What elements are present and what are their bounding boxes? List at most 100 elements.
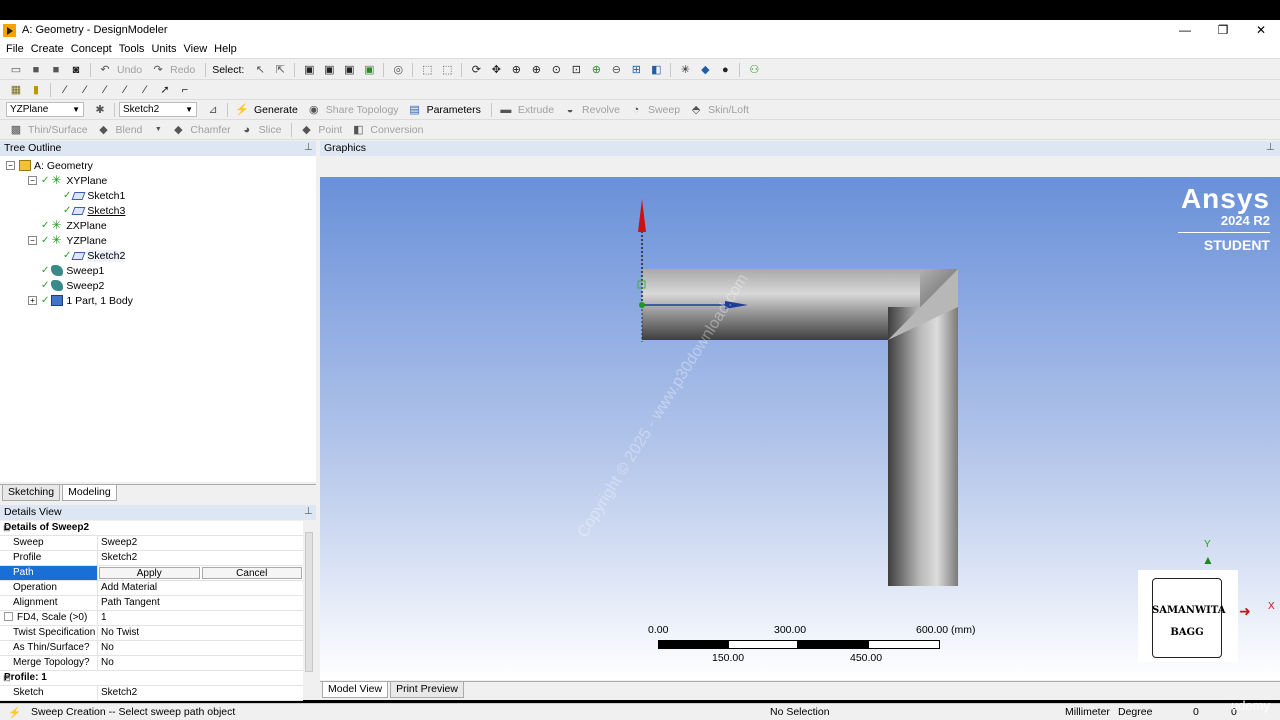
skin-loft-button[interactable]: Skin/Loft [708, 104, 749, 116]
views-icon[interactable]: ◧ [648, 63, 664, 77]
details-row-path[interactable]: Path Apply Cancel [0, 566, 303, 581]
menu-create[interactable]: Create [31, 43, 64, 55]
generate-button[interactable]: Generate [254, 104, 298, 116]
box-zoom-icon[interactable]: ⊙ [548, 63, 564, 77]
details-row[interactable]: As Thin/Surface? No [0, 641, 303, 656]
tree-node[interactable]: + ✓ 1 Part, 1 Body [28, 293, 133, 308]
tab-modeling[interactable]: Modeling [62, 485, 117, 501]
display-edge-icon[interactable]: ▮ [28, 83, 44, 97]
length-unit[interactable]: Millimeter [1065, 706, 1110, 718]
display-point-icon[interactable]: ● [717, 63, 733, 77]
look-at-icon[interactable]: ➚ [157, 83, 173, 97]
undo-button[interactable]: Undo [117, 64, 142, 76]
blend-button[interactable]: Blend [116, 124, 143, 136]
details-row[interactable]: Sketch Sketch2 [0, 686, 303, 701]
slice-icon[interactable]: ◕ [239, 123, 255, 137]
box-zoom-select-icon[interactable]: ⬚ [439, 63, 455, 77]
dimension-icon[interactable]: ⁄ [137, 83, 153, 97]
generate-icon[interactable]: ⚡ [234, 103, 250, 117]
tree-expander-icon[interactable]: − [28, 236, 37, 245]
minimize-button[interactable]: — [1166, 20, 1204, 40]
details-value[interactable]: No [98, 641, 303, 655]
tree-expander-icon[interactable]: − [6, 161, 15, 170]
screenshot-icon[interactable]: ◙ [68, 63, 84, 77]
constraint-icon[interactable]: ⌐ [177, 83, 193, 97]
new-icon[interactable]: ▭ [8, 63, 24, 77]
apply-button[interactable]: Apply [99, 567, 200, 579]
details-scrollbar[interactable] [305, 532, 313, 672]
skin-loft-icon[interactable]: ⬘ [688, 103, 704, 117]
select-bodies-icon[interactable]: ▣ [361, 63, 377, 77]
conversion-button[interactable]: Conversion [370, 124, 423, 136]
extrude-icon[interactable]: ▬ [498, 103, 514, 117]
tree-node[interactable]: − ✓ ✳ YZPlane [28, 233, 107, 248]
conversion-icon[interactable]: ◧ [350, 123, 366, 137]
display-plane-icon[interactable]: ▦ [8, 83, 24, 97]
new-plane-icon[interactable]: ✱ [92, 103, 108, 117]
redo-icon[interactable]: ↷ [150, 63, 166, 77]
restore-button[interactable]: ❐ [1204, 20, 1242, 40]
cancel-button[interactable]: Cancel [201, 567, 302, 579]
chevron-down-icon[interactable]: ▼ [150, 123, 166, 137]
tree-expander-icon[interactable]: + [28, 296, 37, 305]
zoom-in-icon[interactable]: ⊕ [528, 63, 544, 77]
details-value[interactable]: Sweep2 [98, 536, 303, 550]
menu-concept[interactable]: Concept [71, 43, 112, 55]
parameters-icon[interactable]: ▤ [407, 103, 423, 117]
help-icon[interactable]: ⚇ [746, 63, 762, 77]
tree-node[interactable]: − ✓ ✳ XYPlane [28, 173, 107, 188]
details-row[interactable]: Alignment Path Tangent [0, 596, 303, 611]
zoom-to-fit-icon[interactable]: ⊕ [588, 63, 604, 77]
point-icon[interactable]: ⁄ [57, 83, 73, 97]
tab-model-view[interactable]: Model View [322, 682, 389, 698]
collapse-icon[interactable]: ⊟ [3, 673, 11, 684]
rotate-icon[interactable]: ⟳ [468, 63, 484, 77]
triad-icon[interactable]: ✳ [677, 63, 693, 77]
sketch-dropdown[interactable]: Sketch2 ▼ [119, 102, 197, 117]
box-select-icon[interactable]: ⬚ [419, 63, 435, 77]
parameter-checkbox[interactable] [4, 612, 13, 621]
magnifier-icon[interactable]: ⊞ [628, 63, 644, 77]
tree-node[interactable]: ✓ Sketch1 [50, 188, 125, 203]
menu-view[interactable]: View [184, 43, 208, 55]
zoom-out-icon[interactable]: ⊖ [608, 63, 624, 77]
chamfer-icon[interactable]: ◆ [170, 123, 186, 137]
thin-surface-button[interactable]: Thin/Surface [28, 124, 88, 136]
details-row[interactable]: Twist Specification No Twist [0, 626, 303, 641]
pipe-vertical-segment[interactable] [888, 307, 958, 586]
select-mode-icon[interactable]: ↖ [252, 63, 268, 77]
revolve-icon[interactable]: ◒ [562, 103, 578, 117]
tree-node[interactable]: ✓ Sweep2 [28, 278, 104, 293]
undo-icon[interactable]: ↶ [97, 63, 113, 77]
point-button[interactable]: Point [318, 124, 342, 136]
extrude-button[interactable]: Extrude [518, 104, 554, 116]
details-value[interactable]: Add Material [98, 581, 303, 595]
pin-icon[interactable]: ⊥ [304, 142, 313, 153]
details-value[interactable]: 1 [98, 611, 303, 625]
extend-selection-icon[interactable]: ◎ [390, 63, 406, 77]
select-edges-icon[interactable]: ▣ [321, 63, 337, 77]
details-value[interactable]: Path Tangent [98, 596, 303, 610]
share-topology-button[interactable]: Share Topology [326, 104, 399, 116]
graphics-viewport[interactable]: Ansys 2024 R2 STUDENT Copyright © 2025 -… [320, 177, 1280, 680]
details-group-header[interactable]: Profile: 1 [0, 671, 303, 686]
select-faces-icon[interactable]: ▣ [341, 63, 357, 77]
details-row[interactable]: Operation Add Material [0, 581, 303, 596]
zoom-icon[interactable]: ⊕ [508, 63, 524, 77]
tree-node[interactable]: ✓ Sketch3 [50, 203, 125, 218]
details-row[interactable]: Profile Sketch2 [0, 551, 303, 566]
menu-units[interactable]: Units [151, 43, 176, 55]
select-points-icon[interactable]: ▣ [301, 63, 317, 77]
details-group-header[interactable]: Details of Sweep2 [0, 521, 303, 536]
tree-node[interactable]: − A: Geometry [6, 158, 93, 173]
menu-help[interactable]: Help [214, 43, 237, 55]
details-row[interactable]: FD4, Scale (>0) 1 [0, 611, 303, 626]
tab-print-preview[interactable]: Print Preview [390, 682, 464, 698]
save-icon[interactable]: ■ [28, 63, 44, 77]
tree-expander-icon[interactable]: − [28, 176, 37, 185]
redo-button[interactable]: Redo [170, 64, 195, 76]
pan-icon[interactable]: ✥ [488, 63, 504, 77]
parameters-button[interactable]: Parameters [427, 104, 481, 116]
tree-node[interactable]: ✓ ✳ ZXPlane [28, 218, 107, 233]
share-topology-icon[interactable]: ◉ [306, 103, 322, 117]
